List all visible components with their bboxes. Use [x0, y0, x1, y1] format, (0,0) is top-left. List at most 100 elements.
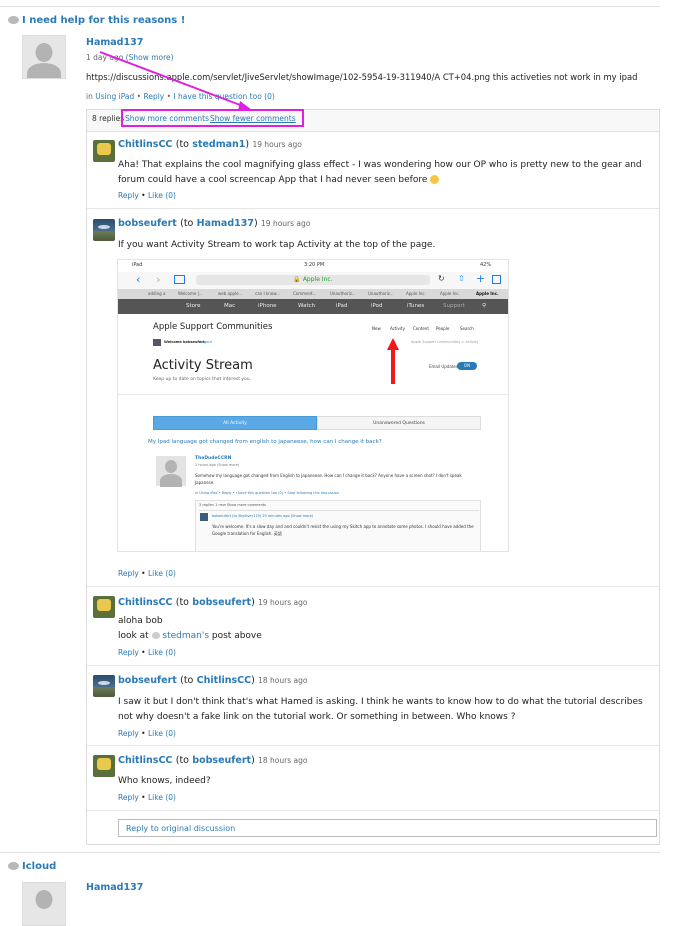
avatar[interactable]: [93, 219, 115, 241]
reload-icon[interactable]: ↻: [438, 274, 445, 283]
smiley-icon: [430, 175, 440, 184]
like-link[interactable]: Like (0): [148, 729, 176, 738]
ipad-status-bar: iPad 3:20 PM 42%: [118, 260, 508, 272]
like-link[interactable]: Like (0): [148, 191, 176, 200]
tab[interactable]: Apple Inc.: [440, 291, 460, 296]
reply-link[interactable]: Reply: [143, 92, 164, 101]
post-author[interactable]: Hamad137: [86, 37, 143, 48]
avatar[interactable]: [93, 140, 115, 162]
logout-link[interactable]: Logout: [200, 340, 212, 344]
reply-to-link[interactable]: Hamad137: [197, 218, 254, 229]
red-arrow-annotation: [387, 338, 399, 384]
nav-item[interactable]: iPhone: [258, 303, 277, 309]
site-link[interactable]: Search: [460, 326, 474, 331]
search-icon[interactable]: ⚲: [482, 303, 486, 309]
forward-icon[interactable]: ›: [156, 273, 160, 286]
reply-author[interactable]: ChitlinsCC: [118, 597, 172, 608]
nav-item[interactable]: Support: [443, 303, 465, 309]
reply-link[interactable]: Reply: [118, 191, 139, 200]
site-link[interactable]: Content: [413, 326, 429, 331]
question-actions[interactable]: in Using iPad • Reply • I have this ques…: [195, 491, 339, 495]
question-too-link[interactable]: I have this question too (0): [173, 92, 274, 101]
tabs-icon[interactable]: [492, 275, 501, 284]
like-link[interactable]: Like (0): [148, 793, 176, 802]
stream-title: Activity Stream: [153, 358, 253, 373]
thread-title[interactable]: I need help for this reasons !: [8, 15, 185, 26]
site-link[interactable]: People: [436, 326, 449, 331]
user-link[interactable]: stedman's: [162, 631, 209, 641]
reply-text: If you want Activity Stream to work tap …: [118, 240, 436, 250]
reply-author[interactable]: bobseufert: [118, 218, 177, 229]
top-divider: [0, 6, 660, 7]
site-link-activity[interactable]: Activity: [390, 326, 405, 331]
tab[interactable]: Welcome |...: [178, 291, 203, 296]
nav-item[interactable]: iTunes: [407, 303, 424, 309]
attached-screenshot[interactable]: iPad 3:20 PM 42% ‹ › 🔒 Apple Inc. ↻ ⇧ + …: [117, 259, 509, 552]
avatar[interactable]: [93, 596, 115, 618]
avatar[interactable]: [93, 755, 115, 777]
reply-link[interactable]: Reply: [118, 648, 139, 657]
email-toggle[interactable]: ON: [457, 362, 477, 370]
nested-replies-count[interactable]: 3 replies 1 new Show more comments: [199, 503, 266, 507]
nav-item[interactable]: Mac: [224, 303, 235, 309]
avatar-head: [165, 460, 177, 473]
tab[interactable]: can I know...: [255, 291, 280, 296]
post-author[interactable]: Hamad137: [86, 882, 143, 893]
reply-actions: Reply • Like (0): [118, 191, 176, 200]
reply-link[interactable]: Reply: [118, 793, 139, 802]
question-avatar[interactable]: [156, 456, 186, 487]
reply-text: look at stedman's post above: [118, 631, 262, 641]
tab[interactable]: adding a: [148, 291, 165, 296]
post-body: https://discussions.apple.com/servlet/Ji…: [86, 72, 638, 82]
divider: [87, 208, 659, 209]
reply-to-original-button[interactable]: Reply to original discussion: [118, 819, 657, 837]
reply-header: bobseufert (to Hamad137) 19 hours ago: [118, 218, 311, 229]
url-field[interactable]: 🔒 Apple Inc.: [196, 275, 430, 285]
nav-item[interactable]: Store: [186, 303, 201, 309]
divider: [87, 665, 659, 666]
tab[interactable]: Apple Inc.: [406, 291, 426, 296]
avatar[interactable]: [22, 35, 66, 79]
tab[interactable]: web apple...: [218, 291, 242, 296]
site-title[interactable]: Apple Support Communities: [153, 322, 272, 332]
question-title[interactable]: My Ipad language got changed from englis…: [148, 439, 382, 445]
reply-author[interactable]: ChitlinsCC: [118, 755, 172, 766]
divider: [87, 745, 659, 746]
reply-author[interactable]: ChitlinsCC: [118, 139, 172, 150]
reply-to-link[interactable]: bobseufert: [192, 597, 251, 608]
replies-count: 8 replies: [92, 114, 125, 123]
show-more-link[interactable]: (Show more): [126, 53, 174, 62]
reply-link[interactable]: Reply: [118, 569, 139, 578]
reply-text: Aha! That explains the cool magnifying g…: [118, 160, 642, 185]
status-battery: 42%: [480, 262, 492, 268]
reply-to-link[interactable]: ChitlinsCC: [197, 675, 251, 686]
reply-actions: Reply • Like (0): [118, 729, 176, 738]
avatar[interactable]: [93, 675, 115, 697]
tab-active[interactable]: Apple Inc.: [476, 291, 499, 296]
site-link[interactable]: New: [372, 326, 381, 331]
reply-to-link[interactable]: bobseufert: [192, 755, 251, 766]
thread-title[interactable]: Icloud: [8, 861, 56, 872]
question-author[interactable]: TheDudeCCRN: [195, 456, 231, 461]
tab-all-activity[interactable]: All Activity: [153, 416, 317, 430]
tab[interactable]: Unauthoriz...: [368, 291, 394, 296]
avatar[interactable]: [22, 882, 66, 926]
tab[interactable]: Comment...: [293, 291, 316, 296]
nav-item[interactable]: iPod: [371, 303, 383, 309]
community-link[interactable]: Using iPad: [95, 92, 134, 101]
like-link[interactable]: Like (0): [148, 569, 176, 578]
reply-to-link[interactable]: stedman1: [192, 139, 245, 150]
post-meta: 1 day ago (Show more): [86, 53, 174, 62]
reply-link[interactable]: Reply: [118, 729, 139, 738]
reply-author[interactable]: bobseufert: [118, 675, 177, 686]
back-icon[interactable]: ‹: [136, 273, 140, 286]
like-link[interactable]: Like (0): [148, 648, 176, 657]
share-icon[interactable]: ⇧: [458, 274, 465, 283]
tab[interactable]: Unauthoriz...: [330, 291, 356, 296]
nav-item[interactable]: iPad: [336, 303, 347, 309]
nav-item[interactable]: Watch: [298, 303, 315, 309]
new-tab-icon[interactable]: +: [476, 272, 485, 285]
bookmarks-icon[interactable]: [174, 275, 185, 284]
nested-reply-author[interactable]: bobseufert (to Skydiver119) 29 minutes a…: [212, 514, 313, 518]
tab-unanswered[interactable]: Unanswered Questions: [317, 416, 481, 430]
